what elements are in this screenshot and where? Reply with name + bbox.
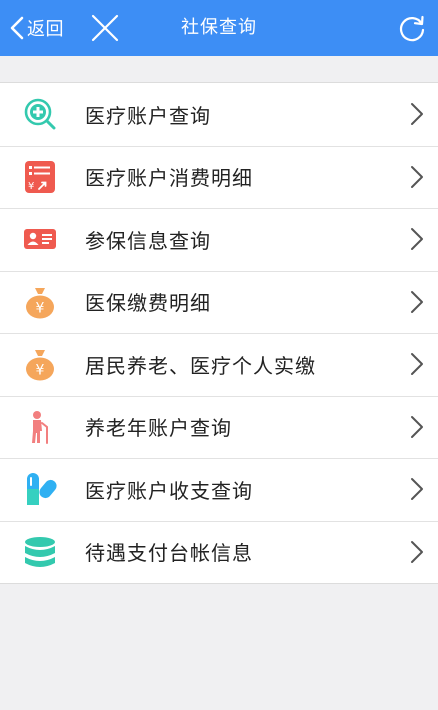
- database-stack-icon: [22, 534, 58, 570]
- menu-item-label: 医疗账户消费明细: [85, 166, 253, 191]
- chevron-right-icon: [411, 103, 423, 126]
- money-bag-icon: ¥: [22, 284, 58, 320]
- chevron-left-icon: [10, 16, 24, 40]
- menu-item-label: 养老年账户查询: [85, 416, 232, 441]
- menu-item-label: 参保信息查询: [85, 228, 211, 253]
- menu-item-label: 医疗账户收支查询: [85, 478, 253, 503]
- menu-item-medical-expense-detail[interactable]: ¥ 医疗账户消费明细: [0, 145, 438, 209]
- money-bag-icon: ¥: [22, 346, 58, 382]
- menu-item-insurance-info-query[interactable]: 参保信息查询: [0, 208, 438, 271]
- id-card-icon: [22, 221, 58, 257]
- pill-capsule-icon: [22, 471, 58, 507]
- menu-item-label: 待遇支付台帐信息: [85, 541, 253, 566]
- svg-text:¥: ¥: [36, 300, 45, 316]
- chevron-right-icon: [411, 415, 423, 438]
- service-menu-list: 医疗账户查询 ¥ 医疗账户消费明细 参保信息查询 ¥ 医保缴费明细 ¥ 居民养老…: [0, 82, 438, 584]
- elderly-person-icon: [22, 409, 58, 445]
- medical-search-icon: [22, 96, 58, 132]
- chevron-right-icon: [411, 353, 423, 376]
- menu-item-label: 医保缴费明细: [85, 291, 211, 316]
- chevron-right-icon: [411, 165, 423, 188]
- menu-item-benefit-payment-ledger[interactable]: 待遇支付台帐信息: [0, 520, 438, 584]
- page-title: 社保查询: [181, 17, 257, 38]
- close-icon[interactable]: [90, 13, 120, 43]
- chevron-right-icon: [411, 290, 423, 313]
- menu-item-medical-payment-detail[interactable]: ¥ 医保缴费明细: [0, 270, 438, 334]
- back-label: 返回: [27, 19, 64, 40]
- expense-receipt-icon: ¥: [22, 159, 58, 195]
- chevron-right-icon: [411, 540, 423, 563]
- svg-text:¥: ¥: [28, 181, 34, 192]
- chevron-right-icon: [411, 478, 423, 501]
- refresh-icon[interactable]: [398, 14, 426, 42]
- svg-text:¥: ¥: [36, 363, 45, 379]
- top-navigation-bar: 返回 社保查询: [0, 0, 438, 56]
- menu-item-medical-account-query[interactable]: 医疗账户查询: [0, 83, 438, 146]
- menu-item-pension-account-query[interactable]: 养老年账户查询: [0, 395, 438, 459]
- menu-item-label: 居民养老、医疗个人实缴: [85, 353, 316, 378]
- menu-item-resident-personal-payment[interactable]: ¥ 居民养老、医疗个人实缴: [0, 333, 438, 396]
- menu-item-label: 医疗账户查询: [85, 103, 211, 128]
- chevron-right-icon: [411, 228, 423, 251]
- back-button[interactable]: 返回: [10, 0, 64, 56]
- menu-item-medical-income-expense-query[interactable]: 医疗账户收支查询: [0, 458, 438, 521]
